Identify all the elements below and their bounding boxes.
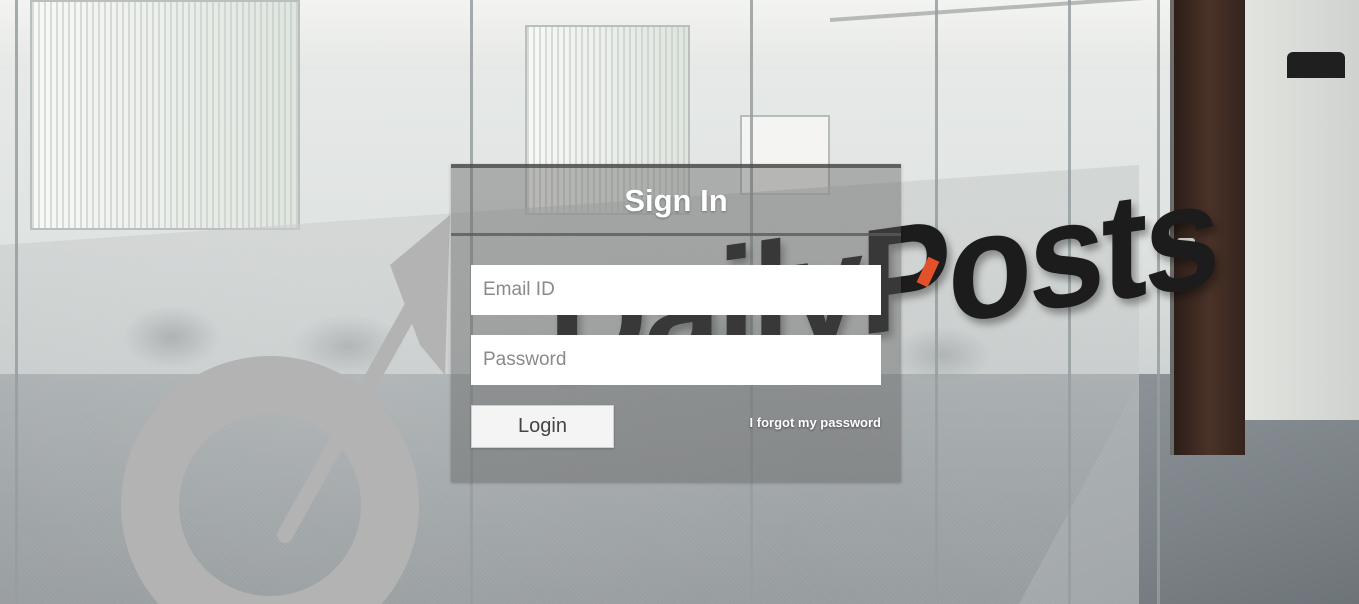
email-field[interactable] (471, 265, 881, 315)
logo-target-icon (121, 215, 450, 604)
page-title: Sign In (624, 182, 728, 218)
signin-header: Sign In (451, 168, 901, 236)
forgot-password-link[interactable]: I forgot my password (750, 415, 881, 430)
signin-form: Login I forgot my password (451, 236, 901, 448)
glass-mullion (15, 0, 18, 604)
window-left (30, 0, 300, 230)
signin-panel: Sign In Login I forgot my password (451, 164, 901, 482)
login-button[interactable]: Login (471, 405, 614, 448)
password-field[interactable] (471, 335, 881, 385)
pendant-light (1287, 52, 1345, 78)
signin-actions: Login I forgot my password (471, 405, 881, 448)
